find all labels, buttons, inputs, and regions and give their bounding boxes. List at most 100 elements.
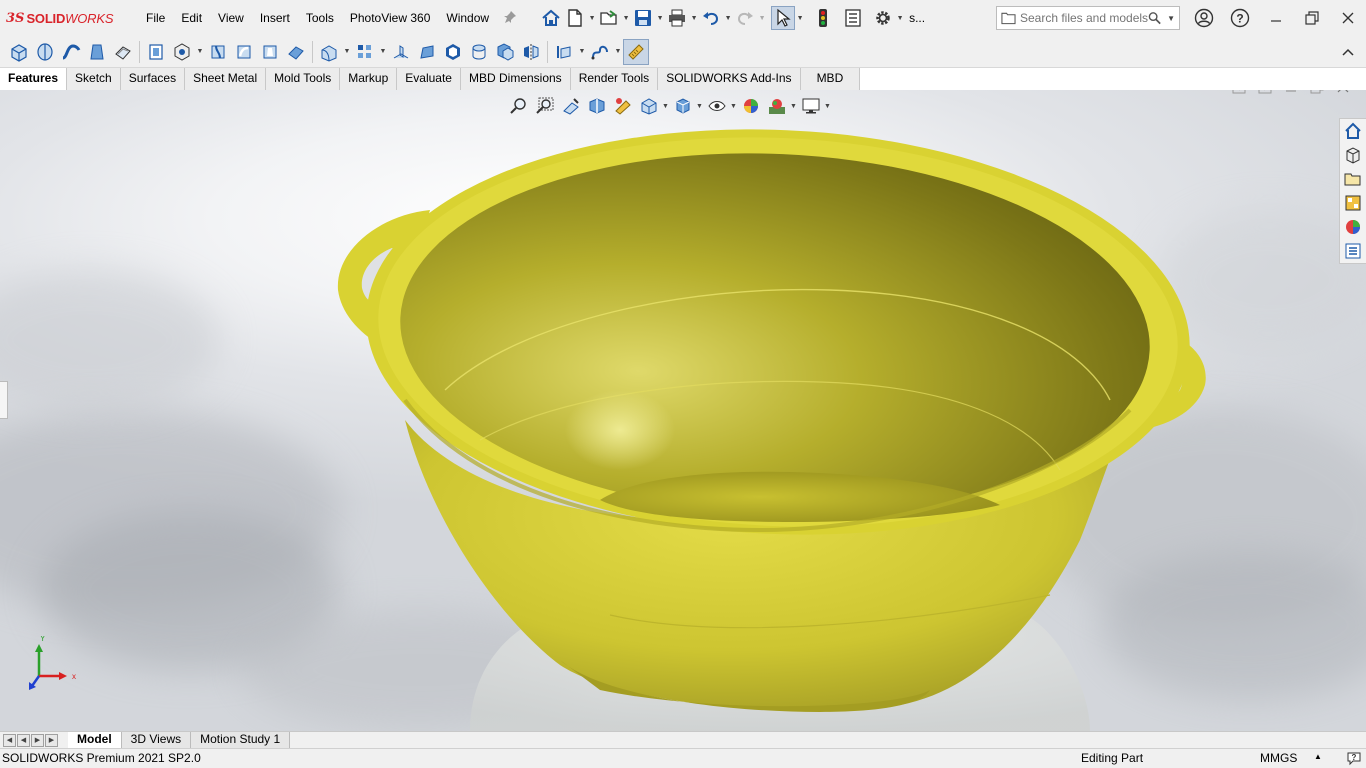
- rebuild-traffic-light-icon[interactable]: [811, 6, 835, 30]
- menu-edit[interactable]: Edit: [173, 0, 210, 36]
- command-manager-toolbar: ▼ ▼ ▼ ▼ ▼: [0, 36, 1366, 68]
- boundary-cut-icon[interactable]: [283, 39, 309, 65]
- mirror-icon[interactable]: [518, 39, 544, 65]
- tab-3d-views[interactable]: 3D Views: [121, 732, 192, 748]
- chevron-down-icon[interactable]: ▼: [587, 15, 597, 22]
- chevron-down-icon[interactable]: ▼: [723, 15, 733, 22]
- fillet-icon[interactable]: [316, 39, 342, 65]
- intersect-icon[interactable]: [492, 39, 518, 65]
- options-gear-icon[interactable]: [871, 6, 895, 30]
- menu-file[interactable]: File: [138, 0, 173, 36]
- tab-evaluate[interactable]: Evaluate: [397, 68, 461, 90]
- first-tab-icon[interactable]: ◀: [3, 733, 16, 747]
- boundary-boss-icon[interactable]: [110, 39, 136, 65]
- instant3d-icon[interactable]: [623, 38, 649, 65]
- chevron-down-icon[interactable]: ▼: [655, 15, 665, 22]
- triad-x-label: x: [72, 672, 76, 681]
- chevron-down-icon[interactable]: ▼: [1167, 14, 1175, 23]
- tab-surfaces[interactable]: Surfaces: [120, 68, 186, 90]
- chevron-down-icon[interactable]: ▼: [342, 48, 352, 55]
- reference-geometry-icon[interactable]: [551, 39, 577, 65]
- curves-icon[interactable]: [587, 39, 613, 65]
- revolved-boss-icon[interactable]: [32, 39, 58, 65]
- tab-mbd[interactable]: MBD: [800, 68, 861, 90]
- menu-insert[interactable]: Insert: [252, 0, 298, 36]
- chevron-up-icon[interactable]: ▲: [1314, 752, 1322, 761]
- chevron-down-icon[interactable]: ▼: [689, 15, 699, 22]
- chevron-down-icon[interactable]: ▼: [621, 15, 631, 22]
- save-icon[interactable]: [631, 6, 655, 30]
- tab-mbd-dimensions[interactable]: MBD Dimensions: [460, 68, 571, 90]
- lofted-cut-icon[interactable]: [257, 39, 283, 65]
- swept-cut-icon[interactable]: [231, 39, 257, 65]
- menu-view[interactable]: View: [210, 0, 252, 36]
- extruded-boss-icon[interactable]: [6, 39, 32, 65]
- user-account-icon[interactable]: [1186, 0, 1222, 36]
- hole-wizard-icon[interactable]: [169, 39, 195, 65]
- basin-model[interactable]: [0, 90, 1366, 731]
- close-icon[interactable]: [1330, 0, 1366, 36]
- window-controls: ?: [1186, 0, 1366, 36]
- graphics-area[interactable]: ▼ ▼ ▼ ▼ ▼ Y x: [0, 90, 1366, 731]
- extruded-cut-icon[interactable]: [143, 39, 169, 65]
- menu-photoview[interactable]: PhotoView 360: [342, 0, 439, 36]
- tab-features[interactable]: Features: [0, 68, 68, 90]
- solidworks-logo[interactable]: 3S SOLIDWORKS: [0, 0, 138, 36]
- chevron-down-icon[interactable]: ▼: [378, 48, 388, 55]
- previous-tab-icon[interactable]: ◀: [17, 733, 30, 747]
- wrap-icon[interactable]: [466, 39, 492, 65]
- chevron-down-icon[interactable]: ▼: [613, 48, 623, 55]
- restore-icon[interactable]: [1294, 0, 1330, 36]
- menu-window[interactable]: Window: [438, 0, 497, 36]
- swept-boss-icon[interactable]: [58, 39, 84, 65]
- quick-access-overflow[interactable]: s...: [909, 11, 925, 25]
- ds-logo-mark: 3S: [6, 10, 25, 26]
- quick-access-toolbar: ▼ ▼ ▼ ▼ ▼ ▼ ▼ ▼ s...: [539, 0, 925, 36]
- editing-mode: Editing Part: [1081, 751, 1144, 765]
- unit-system-select[interactable]: MMGS: [1260, 751, 1297, 765]
- command-manager-tabs: Features Sketch Surfaces Sheet Metal Mol…: [0, 68, 861, 90]
- bottom-tab-bar: ◀ ◀ ▶ ▶ Model 3D Views Motion Study 1: [0, 731, 1366, 748]
- tab-mold-tools[interactable]: Mold Tools: [266, 68, 341, 90]
- pin-icon[interactable]: [503, 10, 517, 27]
- search-box: ▼: [996, 6, 1180, 30]
- collapse-ribbon-icon[interactable]: [1338, 40, 1358, 64]
- tab-motion-study-1[interactable]: Motion Study 1: [191, 732, 291, 748]
- tab-solidworks-addins[interactable]: SOLIDWORKS Add-Ins: [658, 68, 801, 90]
- rib-icon[interactable]: [388, 39, 414, 65]
- chevron-down-icon[interactable]: ▼: [757, 15, 767, 22]
- tab-markup[interactable]: Markup: [340, 68, 398, 90]
- shell-icon[interactable]: [440, 39, 466, 65]
- quick-tips-icon[interactable]: ?: [1346, 750, 1362, 768]
- search-input[interactable]: [1019, 11, 1148, 25]
- tab-sheet-metal[interactable]: Sheet Metal: [185, 68, 267, 90]
- menu-bar: File Edit View Insert Tools PhotoView 36…: [138, 0, 517, 36]
- select-pointer-icon[interactable]: [771, 6, 796, 30]
- print-icon[interactable]: [665, 6, 689, 30]
- last-tab-icon[interactable]: ▶: [45, 733, 58, 747]
- redo-icon[interactable]: [733, 6, 757, 30]
- folder-search-icon[interactable]: [1001, 11, 1016, 25]
- next-tab-icon[interactable]: ▶: [31, 733, 44, 747]
- new-document-icon[interactable]: [563, 6, 587, 30]
- tab-model[interactable]: Model: [68, 732, 122, 748]
- chevron-down-icon[interactable]: ▼: [577, 48, 587, 55]
- minimize-icon[interactable]: [1258, 0, 1294, 36]
- open-folder-icon[interactable]: [597, 6, 621, 30]
- tab-render-tools[interactable]: Render Tools: [570, 68, 659, 90]
- home-icon[interactable]: [539, 6, 563, 30]
- menu-tools[interactable]: Tools: [298, 0, 342, 36]
- revolved-cut-icon[interactable]: [205, 39, 231, 65]
- tab-sketch[interactable]: Sketch: [67, 68, 121, 90]
- file-properties-icon[interactable]: [841, 6, 865, 30]
- undo-icon[interactable]: [699, 6, 723, 30]
- chevron-down-icon[interactable]: ▼: [795, 15, 805, 22]
- help-icon[interactable]: ?: [1222, 0, 1258, 36]
- lofted-boss-icon[interactable]: [84, 39, 110, 65]
- draft-icon[interactable]: [414, 39, 440, 65]
- linear-pattern-icon[interactable]: [352, 39, 378, 65]
- chevron-down-icon[interactable]: ▼: [895, 15, 905, 22]
- reference-triad[interactable]: Y x: [26, 636, 86, 696]
- chevron-down-icon[interactable]: ▼: [195, 48, 205, 55]
- search-icon[interactable]: [1148, 11, 1161, 25]
